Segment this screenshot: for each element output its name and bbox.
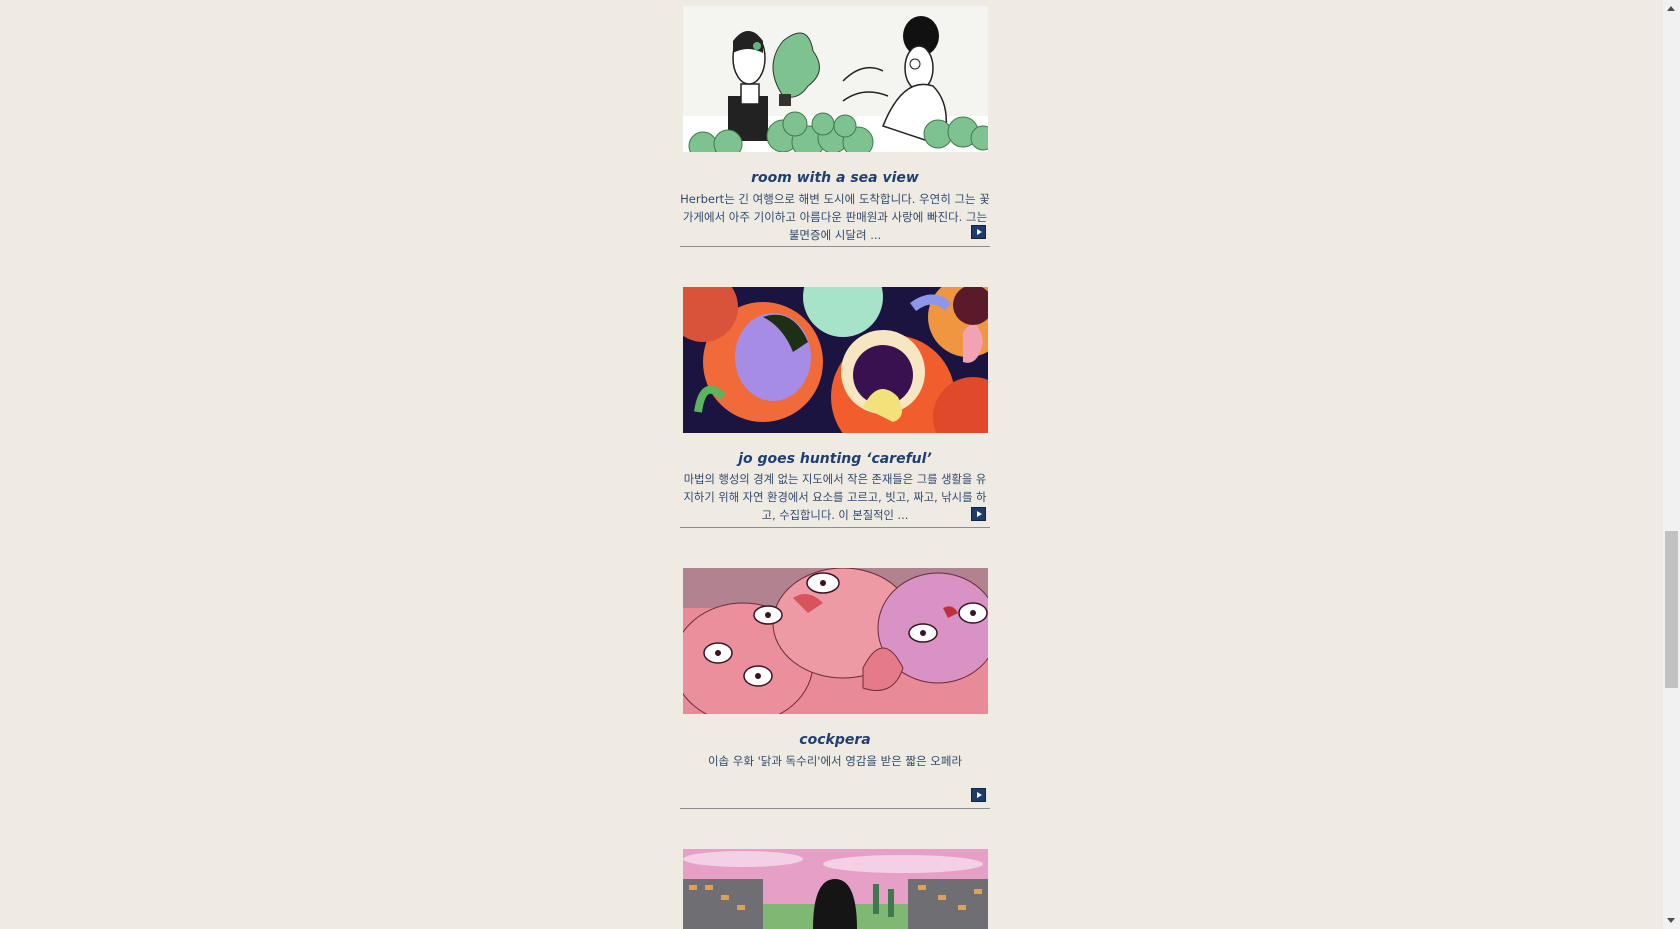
item-title[interactable]: jo goes hunting ‘careful’ (680, 451, 990, 467)
item-description: 이솝 우화 '닭과 독수리'에서 영감을 받은 짧은 오페라 (707, 754, 963, 768)
illustration-city-pink-sky (683, 849, 988, 929)
thumbnail-cockpera[interactable] (683, 568, 988, 714)
item-description: 마법의 행성의 경계 없는 지도에서 작은 존재들은 그를 생활을 유지하기 위… (683, 473, 987, 522)
thumbnail-next-item[interactable] (683, 849, 988, 929)
illustration-birds-faces (683, 568, 988, 714)
divider (680, 527, 990, 528)
divider (680, 246, 990, 247)
item-description: Herbert는 긴 여행으로 해변 도시에 도착합니다. 우연히 그는 꽃가게… (680, 192, 990, 242)
item-title[interactable]: cockpera (680, 732, 990, 748)
play-arrow-icon[interactable] (971, 788, 986, 802)
play-arrow-icon[interactable] (971, 507, 986, 521)
scroll-up-arrow-icon[interactable] (1663, 0, 1680, 17)
illustration-man-and-woman-flowers (683, 6, 988, 152)
list-item: cockpera 이솝 우화 '닭과 독수리'에서 영감을 받은 짧은 오페라 (680, 568, 990, 818)
list-item: room with a sea view Herbert는 긴 여행으로 해변 … (680, 6, 990, 256)
item-title[interactable]: room with a sea view (680, 170, 990, 186)
divider (680, 808, 990, 809)
illustration-planet-hands (683, 287, 988, 433)
play-arrow-icon[interactable] (971, 225, 986, 239)
scrollbar-thumb[interactable] (1665, 531, 1678, 688)
thumbnail-room-with-a-sea-view[interactable] (683, 6, 988, 152)
list-item: jo goes hunting ‘careful’ 마법의 행성의 경계 없는 … (680, 287, 990, 537)
thumbnail-jo-goes-hunting[interactable] (683, 287, 988, 433)
list-item (680, 849, 990, 929)
page: room with a sea view Herbert는 긴 여행으로 해변 … (0, 0, 1680, 929)
vertical-scrollbar[interactable] (1663, 0, 1680, 929)
scroll-down-arrow-icon[interactable] (1663, 912, 1680, 929)
